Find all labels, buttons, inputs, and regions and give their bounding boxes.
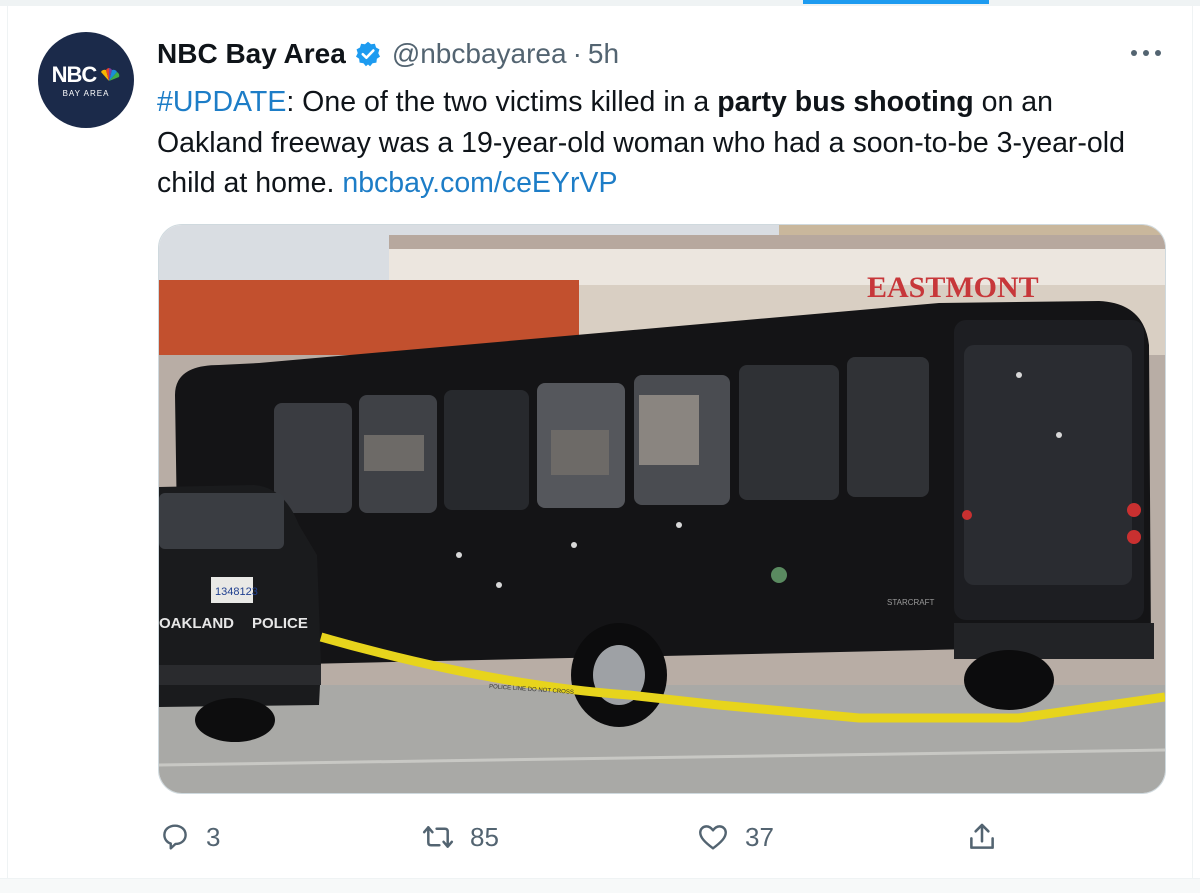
police-car-bumper [159,665,321,685]
more-options-button[interactable] [1126,38,1166,68]
tweet-bold-text: party bus shooting [717,86,974,118]
police-car-label: OAKLAND [159,615,234,632]
share-icon [970,823,994,849]
verified-badge-icon [354,40,382,68]
tweet-photo[interactable]: EASTMONT STARCRAFT 1348123 OAKLAND POLIC… [158,224,1166,794]
bus-window [274,403,352,513]
bus-window [739,365,839,500]
bottom-divider [0,878,1200,893]
bus-bumper [954,623,1154,659]
timestamp[interactable]: 5h [588,38,619,70]
like-count: 37 [745,821,774,852]
reply-icon [163,824,187,850]
top-divider [0,0,1200,6]
bus-window [444,390,529,510]
hashtag-link[interactable]: #UPDATE [157,86,286,118]
eastmont-sign: EASTMONT [867,271,1039,304]
display-name[interactable]: NBC Bay Area [157,38,346,70]
bus-logo-emblem [771,567,787,583]
window-blind [639,395,699,465]
bullet-hole [676,522,682,528]
tail-light [962,510,972,520]
tail-light [1127,530,1141,544]
tweet-text: #UPDATE: One of the two victims killed i… [157,82,1147,204]
nbc-logo: NBC [52,62,121,88]
reply-button[interactable]: 3 [158,814,220,860]
bullet-hole [1016,372,1022,378]
window-blind [364,435,424,471]
handle[interactable]: @nbcbayarea [392,38,567,70]
heart-icon [699,825,727,850]
like-button[interactable]: 37 [695,814,774,860]
logo-subtitle: BAY AREA [62,89,110,98]
retweet-button[interactable]: 85 [420,814,499,860]
more-icon [1131,50,1161,56]
bullet-hole [1056,432,1062,438]
bullet-hole [571,542,577,548]
police-car-label-2: POLICE [252,615,308,632]
separator: · [572,38,582,69]
tweet-actions-bar: 3 85 37 [0,814,1200,860]
bus-rear-window [964,345,1132,585]
tweet-text-part-1: : One of the two victims killed in a [286,86,718,118]
bullet-hole [456,552,462,558]
timeline-border-right [1192,6,1193,878]
police-car-window [159,493,284,549]
share-button[interactable] [964,814,1000,860]
retweet-count: 85 [470,821,499,852]
timeline-border-left [7,6,8,878]
bus-brand-text: STARCRAFT [887,598,935,607]
license-plate-text: 1348123 [215,586,258,598]
active-tab-indicator [803,0,989,4]
logo-text: NBC [51,62,98,87]
bus-wheel-rear [964,650,1054,710]
reply-count: 3 [206,821,221,852]
party-bus-photo: EASTMONT STARCRAFT 1348123 OAKLAND POLIC… [159,225,1165,793]
bullet-hole [496,582,502,588]
window-blind [551,430,609,475]
tail-light [1127,503,1141,517]
police-car-wheel [195,698,275,742]
tweet-header: NBC Bay Area @nbcbayarea · 5h [157,34,619,74]
peacock-icon [101,68,120,81]
retweet-icon [422,826,454,848]
bus-window [847,357,929,497]
avatar[interactable]: NBC BAY AREA [38,32,134,128]
building-upper [389,249,1165,285]
tweet-url-link[interactable]: nbcbay.com/ceEYrVP [342,167,617,199]
